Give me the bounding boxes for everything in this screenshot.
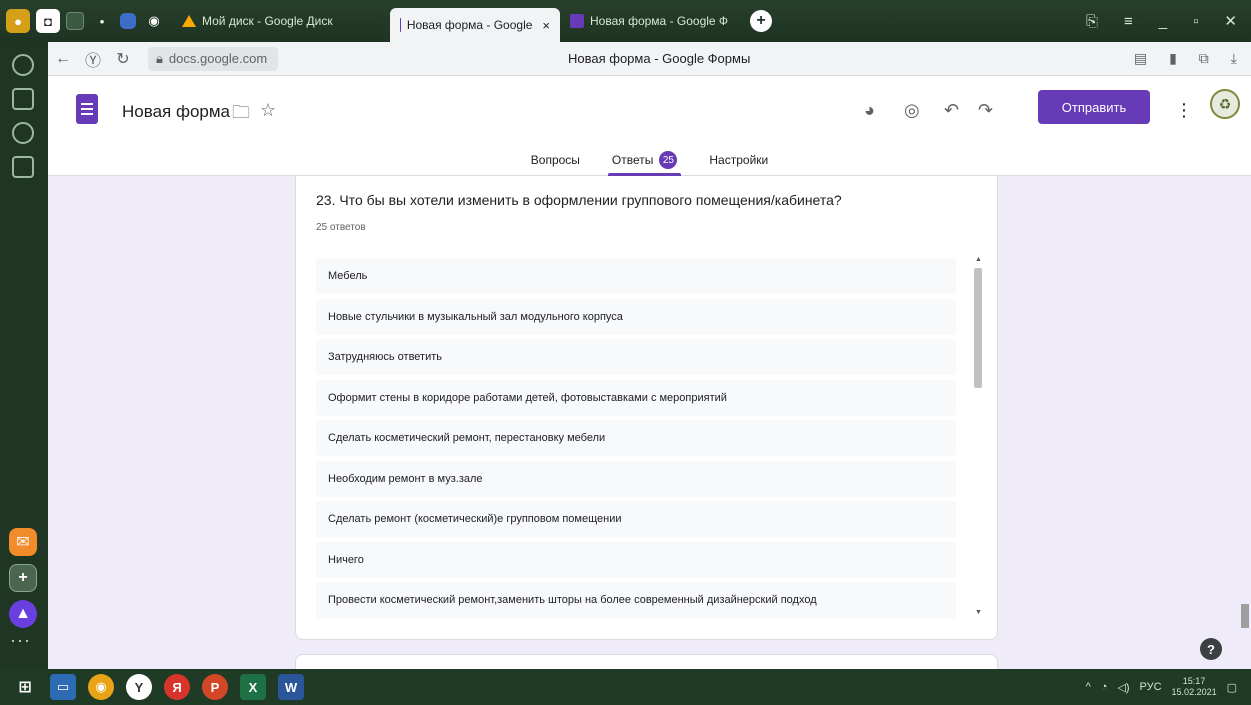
- menu-square-icon[interactable]: [66, 12, 84, 30]
- download-icon[interactable]: ⤓: [1231, 50, 1237, 67]
- window-controls: ⎘ ≡ _ ▫ ✕: [1086, 12, 1251, 31]
- form-tabs: Вопросы Ответы 25 Настройки: [48, 144, 1251, 176]
- close-tab-icon[interactable]: ×: [542, 18, 550, 33]
- question-title: 23. Что бы вы хотели изменить в оформлен…: [316, 192, 842, 208]
- start-windows-icon[interactable]: ⊞: [12, 674, 38, 700]
- os-taskbar: ⊞ ▭ ◉ Y Я P X W ^ ◔ ◁) РУС 15:17 15.02.2…: [0, 669, 1251, 705]
- chrome-pinned-icon[interactable]: ◉: [142, 9, 166, 33]
- history-icon[interactable]: [12, 54, 34, 76]
- zen-icon[interactable]: [12, 156, 34, 178]
- powerpoint-icon[interactable]: P: [202, 674, 228, 700]
- yandex-icon[interactable]: Ⓨ: [78, 47, 108, 71]
- response-count: 25 ответов: [316, 222, 366, 233]
- extensions-icon[interactable]: ⧉: [1199, 50, 1209, 67]
- drive-icon: [182, 15, 196, 27]
- reader-icon[interactable]: ▤: [1134, 50, 1147, 67]
- title-bar-controls: ● ◘ • ◉ Мой диск - Google Диск: [0, 6, 390, 36]
- scrollbar-thumb[interactable]: [974, 268, 982, 388]
- alice-icon[interactable]: ▲: [9, 600, 37, 628]
- explorer-icon[interactable]: ▭: [50, 674, 76, 700]
- undo-icon[interactable]: ↶: [944, 100, 959, 121]
- more-icon[interactable]: ···: [10, 630, 31, 651]
- forms-logo-icon[interactable]: [76, 94, 98, 124]
- tab-questions[interactable]: Вопросы: [527, 144, 584, 176]
- reload-icon[interactable]: ↻: [108, 49, 138, 69]
- dot-icon[interactable]: •: [90, 9, 114, 33]
- list-item: Сделать косметический ремонт, перестанов…: [316, 420, 956, 456]
- back-icon[interactable]: ←: [48, 50, 78, 68]
- list-item: Новые стульчики в музыкальный зал модуль…: [316, 298, 956, 335]
- next-question-card: [295, 654, 998, 669]
- scroll-down-icon[interactable]: ▼: [975, 609, 982, 616]
- list-item: Сделать ремонт (косметический)е группово…: [316, 501, 956, 537]
- list-item: Провести косметический ремонт,заменить ш…: [316, 582, 956, 618]
- palette-icon[interactable]: ◕: [864, 100, 875, 121]
- browser-logo-icon[interactable]: ●: [6, 9, 30, 33]
- tab-form-second[interactable]: Новая форма - Google Ф: [560, 6, 740, 36]
- lock-icon: 🔒︎: [156, 50, 163, 66]
- page-scrollbar-thumb[interactable]: [1241, 604, 1249, 628]
- bookmark-icon[interactable]: ▮: [1169, 50, 1177, 67]
- notifications-icon[interactable]: ▢: [1227, 681, 1237, 694]
- folder-icon[interactable]: 🗀︎: [232, 100, 250, 130]
- help-button[interactable]: ?: [1200, 638, 1222, 660]
- url-field[interactable]: 🔒︎ docs.google.com: [148, 46, 278, 71]
- tray-arrow-icon[interactable]: ^: [1086, 681, 1091, 693]
- excel-icon[interactable]: X: [240, 674, 266, 700]
- answers-list: Мебель Новые стульчики в музыкальный зал…: [316, 258, 956, 623]
- scroll-up-icon[interactable]: ▲: [975, 256, 982, 263]
- menu-icon[interactable]: ≡: [1124, 13, 1133, 30]
- tab-drive[interactable]: Мой диск - Google Диск: [172, 6, 343, 36]
- window-title-bar: ● ◘ • ◉ Мой диск - Google Диск Новая фор…: [0, 0, 1251, 42]
- volume-icon[interactable]: ◁): [1117, 681, 1129, 694]
- list-item: Ничего: [316, 541, 956, 578]
- bookmarks-icon[interactable]: ⎘: [1086, 13, 1098, 30]
- browser-sidebar: ✉ + ▲ ···: [0, 42, 48, 669]
- question-summary-card: 23. Что бы вы хотели изменить в оформлен…: [295, 176, 998, 640]
- language-indicator[interactable]: РУС: [1140, 681, 1162, 693]
- camera-icon[interactable]: ◘: [36, 9, 60, 33]
- network-icon[interactable]: ◔: [1101, 681, 1108, 693]
- minimize-icon[interactable]: _: [1159, 13, 1167, 30]
- responses-content: 23. Что бы вы хотели изменить в оформлен…: [48, 176, 1251, 669]
- list-item: Необходим ремонт в муз.зале: [316, 460, 956, 497]
- avatar[interactable]: ♻: [1210, 89, 1240, 119]
- chrome-icon[interactable]: ◉: [88, 674, 114, 700]
- answers-scrollbar[interactable]: ▲ ▼: [972, 256, 984, 616]
- tab-settings[interactable]: Настройки: [705, 144, 772, 176]
- mail-app-icon[interactable]: ✉: [9, 528, 37, 556]
- list-item: Оформит стены в коридоре работами детей,…: [316, 379, 956, 416]
- play-icon[interactable]: [12, 122, 34, 144]
- list-item: Затрудняюсь ответить: [316, 339, 956, 375]
- yandex-icon[interactable]: Я: [164, 674, 190, 700]
- restore-icon[interactable]: ▫: [1193, 13, 1198, 30]
- form-title[interactable]: Новая форма: [122, 102, 230, 122]
- clock[interactable]: 15:17 15.02.2021: [1172, 676, 1217, 698]
- forms-icon: [570, 14, 584, 28]
- forms-header: Новая форма 🗀︎ ☆ ◕ ◎ ↶ ↷ Отправить ⋮ ♻ В…: [48, 76, 1251, 176]
- close-window-icon[interactable]: ✕: [1224, 12, 1237, 30]
- more-vert-icon[interactable]: ⋮: [1175, 100, 1193, 121]
- add-app-icon[interactable]: +: [9, 564, 37, 592]
- pinned-tab-icon[interactable]: [120, 13, 136, 29]
- system-tray: ^ ◔ ◁) РУС 15:17 15.02.2021 ▢: [1086, 676, 1251, 698]
- page-title: Новая форма - Google Формы: [568, 51, 751, 66]
- star-icon[interactable]: ☆: [260, 100, 276, 121]
- collections-icon[interactable]: [12, 88, 34, 110]
- address-actions: ▤ ▮ ⧉ ⤓: [1134, 50, 1251, 67]
- redo-icon[interactable]: ↷: [978, 100, 993, 121]
- page-scrollbar[interactable]: [1238, 176, 1250, 669]
- responses-count-badge: 25: [659, 151, 678, 169]
- send-button[interactable]: Отправить: [1038, 90, 1150, 124]
- forms-icon: [400, 18, 401, 32]
- list-item: Мебель: [316, 258, 956, 294]
- word-icon[interactable]: W: [278, 674, 304, 700]
- yandex-browser-icon[interactable]: Y: [126, 674, 152, 700]
- tab-form-active[interactable]: Новая форма - Google ×: [390, 8, 560, 42]
- address-bar: ← Ⓨ ↻ 🔒︎ docs.google.com Новая форма - G…: [48, 42, 1251, 76]
- new-tab-button[interactable]: +: [750, 10, 772, 32]
- tab-responses[interactable]: Ответы 25: [607, 144, 682, 176]
- preview-eye-icon[interactable]: ◎: [904, 100, 920, 121]
